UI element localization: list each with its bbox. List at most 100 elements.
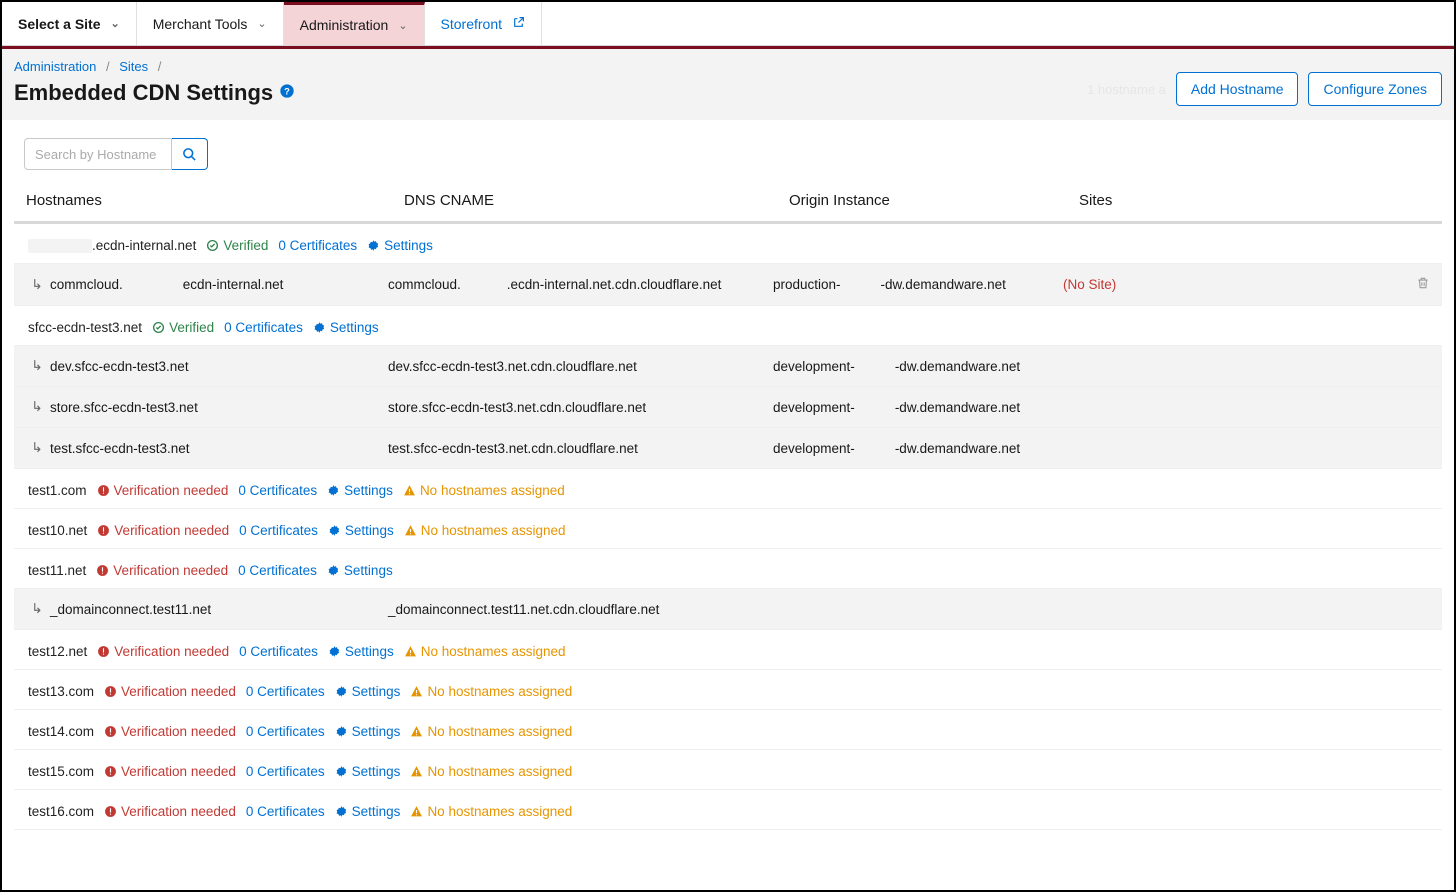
hostname-row: ↳ _domainconnect.test11.net _domainconnec… [14,589,1442,630]
nav-storefront-label: Storefront [441,16,502,32]
search-input[interactable] [24,138,172,170]
nav-merchant-tools[interactable]: Merchant Tools ⌄ [137,2,284,45]
site-selector[interactable]: Select a Site ⌄ [2,2,137,45]
settings-link[interactable]: Settings [327,483,393,498]
certificates-link[interactable]: 0 Certificates [246,684,325,699]
search-bar [24,138,1442,170]
settings-link[interactable]: Settings [328,523,394,538]
settings-link[interactable]: Settings [327,563,393,578]
search-button[interactable] [172,138,208,170]
zone-domain: test14.com [28,724,94,739]
hostname-value: _domainconnect.test11.net [50,602,211,617]
indent-arrow-icon: ↳ [28,358,46,374]
origin-value: development--dw.demandware.net [773,441,1020,456]
certificates-link[interactable]: 0 Certificates [246,804,325,819]
nav-merchant-tools-label: Merchant Tools [153,16,248,32]
delete-button[interactable] [1416,278,1430,293]
crumb-sites[interactable]: Sites [119,59,148,74]
breadcrumb: Administration / Sites / [14,59,295,74]
certificates-link[interactable]: 0 Certificates [246,724,325,739]
zone-header: test1.com Verification needed 0 Certific… [14,469,1442,509]
add-hostname-button[interactable]: Add Hostname [1176,72,1299,106]
cname-value: dev.sfcc-ecdn-test3.net.cdn.cloudflare.n… [388,359,637,374]
status-verification-needed: Verification needed [97,483,229,498]
zone-domain: .ecdn-internal.net [28,238,196,253]
warning-no-hostnames: No hostnames assigned [410,764,572,779]
status-verification-needed: Verification needed [104,724,236,739]
zone-header: test14.com Verification needed 0 Certifi… [14,710,1442,750]
certificates-link[interactable]: 0 Certificates [239,644,318,659]
status-verification-needed: Verification needed [104,684,236,699]
top-nav: Select a Site ⌄ Merchant Tools ⌄ Adminis… [2,2,1454,46]
table-header: Hostnames DNS CNAME Origin Instance Site… [14,192,1442,224]
sites-value: (No Site) [1063,277,1116,292]
sub-header: Administration / Sites / Embedded CDN Se… [2,46,1454,120]
settings-link[interactable]: Settings [313,320,379,335]
settings-link[interactable]: Settings [335,724,401,739]
warning-no-hostnames: No hostnames assigned [410,724,572,739]
zone-domain: test13.com [28,684,94,699]
search-icon [182,147,197,162]
page-title-text: Embedded CDN Settings [14,80,273,106]
certificates-link[interactable]: 0 Certificates [239,523,318,538]
status-verification-needed: Verification needed [97,523,229,538]
redacted-text [461,279,507,293]
redacted-text [855,360,895,374]
certificates-link[interactable]: 0 Certificates [278,238,357,253]
zone-domain: test1.com [28,483,87,498]
help-icon[interactable]: ? [279,83,295,103]
origin-value: production--dw.demandware.net [773,277,1006,292]
settings-link[interactable]: Settings [328,644,394,659]
ghost-status-text: 1 hostname a [1087,82,1166,97]
origin-value: development--dw.demandware.net [773,400,1020,415]
settings-link[interactable]: Settings [335,804,401,819]
zone-header: test12.net Verification needed 0 Certifi… [14,630,1442,670]
warning-no-hostnames: No hostnames assigned [403,483,565,498]
zone-domain: test10.net [28,523,87,538]
cname-value: test.sfcc-ecdn-test3.net.cdn.cloudflare.… [388,441,638,456]
status-verification-needed: Verification needed [104,764,236,779]
crumb-sep: / [152,59,168,74]
cname-value: _domainconnect.test11.net.cdn.cloudflare… [388,602,659,617]
certificates-link[interactable]: 0 Certificates [238,563,317,578]
zone-domain: test16.com [28,804,94,819]
redacted-text [28,239,92,253]
zones-list: .ecdn-internal.net Verified 0 Certificat… [14,224,1442,830]
hostname-row: ↳commcloud.ecdn-internal.net commcloud..… [14,264,1442,306]
indent-arrow-icon: ↳ [28,277,46,293]
settings-link[interactable]: Settings [367,238,433,253]
warning-no-hostnames: No hostnames assigned [404,644,566,659]
zone-domain: test11.net [28,563,86,578]
zone-domain: sfcc-ecdn-test3.net [28,320,142,335]
settings-link[interactable]: Settings [335,684,401,699]
crumb-sep: / [100,59,116,74]
zone-domain: test12.net [28,644,87,659]
page-title: Embedded CDN Settings ? [14,80,295,106]
nav-administration[interactable]: Administration ⌄ [284,2,425,45]
certificates-link[interactable]: 0 Certificates [246,764,325,779]
warning-no-hostnames: No hostnames assigned [404,523,566,538]
zone-header: test13.com Verification needed 0 Certifi… [14,670,1442,710]
chevron-down-icon: ⌄ [257,17,266,30]
configure-zones-button[interactable]: Configure Zones [1308,72,1442,106]
hostname-value: commcloud.ecdn-internal.net [50,277,283,292]
cname-value: store.sfcc-ecdn-test3.net.cdn.cloudflare… [388,400,646,415]
nav-storefront[interactable]: Storefront [425,2,542,45]
svg-text:?: ? [284,86,290,96]
zone-header: test10.net Verification needed 0 Certifi… [14,509,1442,549]
col-sites: Sites [1079,192,1319,209]
hostname-value: dev.sfcc-ecdn-test3.net [50,359,189,374]
indent-arrow-icon: ↳ [28,601,46,617]
certificates-link[interactable]: 0 Certificates [224,320,303,335]
hostname-row: ↳ dev.sfcc-ecdn-test3.net dev.sfcc-ecdn-t… [14,346,1442,387]
chevron-down-icon: ⌄ [111,17,120,30]
status-verified: Verified [206,238,268,253]
zone-header: test11.net Verification needed 0 Certifi… [14,549,1442,589]
indent-arrow-icon: ↳ [28,440,46,456]
certificates-link[interactable]: 0 Certificates [238,483,317,498]
redacted-text [855,442,895,456]
settings-link[interactable]: Settings [335,764,401,779]
crumb-administration[interactable]: Administration [14,59,96,74]
chevron-down-icon: ⌄ [398,19,407,32]
redacted-text [841,279,881,293]
